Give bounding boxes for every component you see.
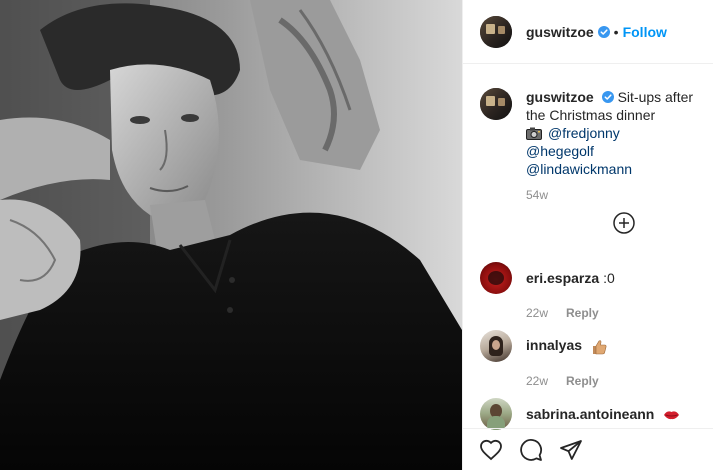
verified-badge-icon	[597, 25, 610, 38]
reply-button[interactable]: Reply	[566, 374, 599, 388]
author-avatar[interactable]	[480, 15, 512, 48]
caption-username[interactable]: guswitzoe	[526, 89, 594, 105]
post-time[interactable]: 54w	[526, 188, 706, 202]
reply-button[interactable]: Reply	[566, 306, 599, 320]
kiss-lips-icon	[664, 411, 680, 420]
commenter-username[interactable]: innalyas	[526, 337, 582, 353]
caption-mention-row: @fredjonny	[526, 124, 706, 142]
separator-dot: •	[613, 23, 619, 40]
caption-avatar[interactable]	[480, 88, 512, 120]
comment-time[interactable]: 22w	[526, 374, 548, 388]
action-bar	[463, 428, 713, 470]
commenter-avatar[interactable]	[480, 262, 512, 294]
post-side-panel: guswitzoe • Follow guswitzoe Sit-ups aft…	[462, 0, 713, 470]
mention-link[interactable]: @fredjonny	[548, 124, 620, 142]
commenter-avatar[interactable]	[480, 398, 512, 430]
follow-button[interactable]: Follow	[623, 24, 667, 40]
comment-meta: 22w Reply	[526, 306, 706, 320]
mention-link[interactable]: @lindawickmann	[526, 160, 706, 178]
author-row: guswitzoe • Follow	[526, 24, 667, 40]
plus-circle-icon[interactable]	[613, 212, 635, 234]
post-header: guswitzoe • Follow	[463, 0, 713, 64]
comment-icon[interactable]	[519, 438, 543, 462]
share-icon[interactable]	[559, 438, 583, 462]
caption-text: guswitzoe Sit-ups after the Christmas di…	[526, 88, 706, 178]
verified-badge-icon	[601, 91, 614, 103]
heart-icon[interactable]	[479, 438, 503, 462]
commenter-username[interactable]: eri.esparza	[526, 270, 599, 286]
commenter-avatar[interactable]	[480, 330, 512, 362]
comment-text: sabrina.antoineann	[526, 406, 680, 422]
post-caption: guswitzoe Sit-ups after the Christmas di…	[480, 88, 706, 202]
mention-link[interactable]: @hegegolf	[526, 142, 706, 160]
author-username[interactable]: guswitzoe	[526, 24, 594, 40]
thumbs-up-icon	[592, 340, 607, 354]
comment-meta: 22w Reply	[526, 374, 706, 388]
comment-body: :0	[603, 270, 615, 286]
comment-item: sabrina.antoineann	[480, 398, 706, 430]
camera-icon	[526, 127, 542, 140]
comment-text: innalyas	[526, 337, 607, 354]
photo-artwork	[0, 0, 462, 470]
comment-text: eri.esparza :0	[526, 270, 615, 286]
commenter-username[interactable]: sabrina.antoineann	[526, 406, 654, 422]
comment-item: innalyas 22w Reply	[480, 330, 706, 388]
post-photo[interactable]	[0, 0, 462, 470]
comment-time[interactable]: 22w	[526, 306, 548, 320]
comment-item: eri.esparza :0 22w Reply	[480, 262, 706, 320]
